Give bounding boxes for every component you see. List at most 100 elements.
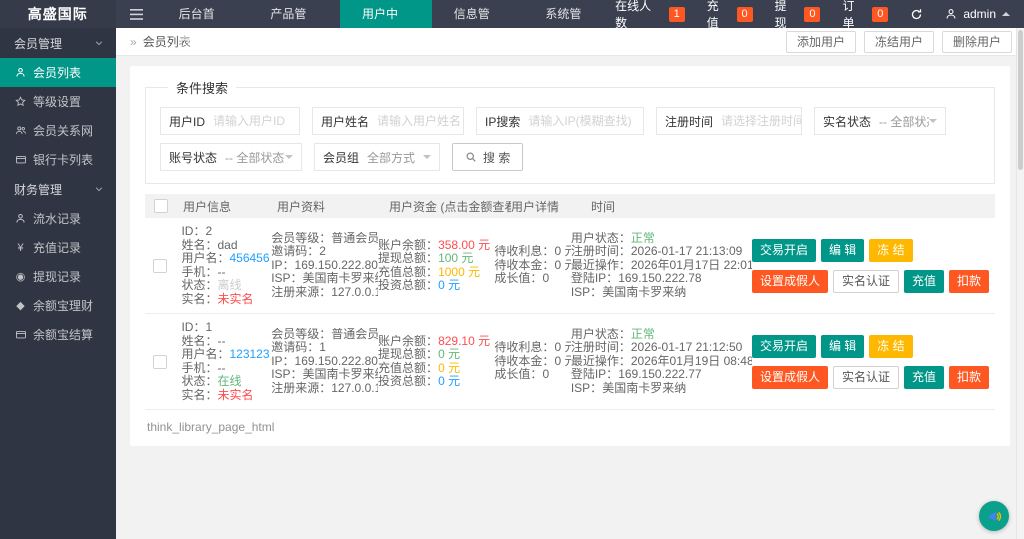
stat-recharge[interactable]: 充值 0 bbox=[707, 0, 753, 31]
trade-toggle-button[interactable]: 交易开启 bbox=[752, 335, 816, 358]
nav-item-user-center[interactable]: 用户中心 bbox=[340, 0, 432, 28]
sidebar-item-relation-network[interactable]: 会员关系网 bbox=[0, 116, 116, 145]
edit-button[interactable]: 编 辑 bbox=[821, 335, 864, 358]
sidebar-item-yuebao-invest[interactable]: ◆ 余额宝理财 bbox=[0, 291, 116, 320]
login-isp-label: ISP： bbox=[571, 285, 602, 299]
level-label: 会员等级： bbox=[271, 232, 331, 245]
row-checkbox[interactable] bbox=[153, 355, 167, 369]
select-all-checkbox[interactable] bbox=[154, 199, 168, 213]
delete-user-button[interactable]: 删除用户 bbox=[942, 31, 1012, 53]
name-value: dad bbox=[217, 238, 237, 252]
member-group-select[interactable]: 全部方式 bbox=[367, 149, 439, 166]
search-button[interactable]: 搜 索 bbox=[452, 143, 523, 171]
username-link[interactable]: 123123 bbox=[229, 347, 269, 361]
withdraw-count-badge: 0 bbox=[804, 7, 820, 22]
realname-status-select[interactable]: -- 全部状态 -- bbox=[879, 113, 945, 130]
speaker-icon bbox=[986, 508, 1003, 525]
sidebar-item-level-settings[interactable]: 等级设置 bbox=[0, 87, 116, 116]
user-icon bbox=[14, 67, 27, 78]
status-label: 状态： bbox=[181, 278, 217, 292]
withdraw-total-value[interactable]: 100 元 bbox=[438, 251, 473, 265]
withdraw-total-value[interactable]: 0 元 bbox=[438, 347, 460, 361]
username-label: 用户名： bbox=[181, 347, 229, 361]
withdraw-icon: ◉ bbox=[14, 270, 27, 283]
ip-search-input[interactable] bbox=[528, 108, 643, 134]
trade-toggle-button[interactable]: 交易开启 bbox=[752, 239, 816, 262]
invest-total-label: 投资总额： bbox=[378, 278, 438, 292]
audio-notify-button[interactable] bbox=[979, 501, 1009, 531]
freeze-button[interactable]: 冻 结 bbox=[869, 335, 912, 358]
reg-time-input[interactable] bbox=[721, 108, 801, 134]
row-checkbox[interactable] bbox=[153, 259, 167, 273]
sidebar-item-member-list[interactable]: 会员列表 bbox=[0, 58, 116, 87]
star-icon bbox=[14, 96, 27, 107]
chevron-down-icon bbox=[94, 38, 104, 48]
recharge-total-value[interactable]: 1000 元 bbox=[438, 265, 480, 279]
sidebar-item-recharge-records[interactable]: ¥ 充值记录 bbox=[0, 233, 116, 262]
realname-verify-button[interactable]: 实名认证 bbox=[833, 270, 899, 293]
edit-button[interactable]: 编 辑 bbox=[821, 239, 864, 262]
sidebar-item-withdraw-records[interactable]: ◉ 提现记录 bbox=[0, 262, 116, 291]
recharge-button[interactable]: 充值 bbox=[904, 366, 944, 389]
stat-online-users[interactable]: 在线人数 1 bbox=[615, 0, 685, 31]
realname-verify-button[interactable]: 实名认证 bbox=[833, 366, 899, 389]
user-id-label: 用户ID bbox=[161, 113, 213, 130]
member-list-card: 条件搜索 用户ID 用户姓名 IP搜索 bbox=[130, 66, 1010, 446]
freeze-user-button[interactable]: 冻结用户 bbox=[864, 31, 934, 53]
login-ip-label: 登陆IP： bbox=[571, 271, 618, 285]
user-menu[interactable]: admin bbox=[945, 7, 1010, 21]
users-icon bbox=[14, 125, 27, 136]
deduct-button[interactable]: 扣款 bbox=[949, 270, 989, 293]
user-name-input[interactable] bbox=[377, 108, 463, 134]
realname-status-filter: 实名状态 -- 全部状态 -- bbox=[814, 107, 946, 135]
recent-op-value: 2026年01月17日 22:01:41 bbox=[631, 258, 752, 272]
recharge-total-value[interactable]: 0 元 bbox=[438, 361, 460, 375]
user-id-input[interactable] bbox=[213, 108, 299, 134]
account-status-select[interactable]: -- 全部状态 -- bbox=[225, 149, 301, 166]
sidebar-group-member[interactable]: 会员管理 bbox=[0, 28, 116, 58]
realname-value: 未实名 bbox=[217, 388, 253, 402]
name-label: 姓名： bbox=[181, 334, 217, 348]
stat-withdraw[interactable]: 提现 0 bbox=[775, 0, 821, 31]
withdraw-total-label: 提现总额： bbox=[378, 251, 438, 265]
filter-row-1: 用户ID 用户姓名 IP搜索 注册时间 bbox=[160, 107, 980, 135]
reg-time-value: 2026-01-17 21:13:09 bbox=[631, 244, 742, 258]
balance-value[interactable]: 358.00 元 bbox=[438, 239, 490, 252]
balance-value[interactable]: 829.10 元 bbox=[438, 335, 490, 348]
nav-item-system[interactable]: 系统管理 bbox=[523, 0, 615, 28]
nav-item-products[interactable]: 产品管理 bbox=[248, 0, 340, 28]
deduct-button[interactable]: 扣款 bbox=[949, 366, 989, 389]
username-link[interactable]: 456456 bbox=[229, 251, 269, 265]
header-time: 时间 bbox=[591, 198, 781, 215]
refresh-button[interactable] bbox=[910, 8, 923, 21]
set-fake-button[interactable]: 设置成假人 bbox=[752, 270, 828, 293]
sidebar-item-flow-records[interactable]: 流水记录 bbox=[0, 204, 116, 233]
order-count-badge: 0 bbox=[872, 7, 888, 22]
nav-item-home[interactable]: 后台首页 bbox=[157, 0, 249, 28]
sidebar-item-yuebao-settle[interactable]: 余额宝结算 bbox=[0, 320, 116, 349]
add-user-button[interactable]: 添加用户 bbox=[786, 31, 856, 53]
sidebar-item-label: 余额宝理财 bbox=[33, 297, 93, 314]
ip-label: IP： bbox=[271, 258, 294, 272]
stat-orders[interactable]: 订单 0 bbox=[842, 0, 888, 31]
online-status-value: 离线 bbox=[217, 278, 241, 292]
stat-label: 订单 bbox=[842, 0, 866, 31]
sidebar-item-bankcard-list[interactable]: 银行卡列表 bbox=[0, 145, 116, 174]
set-fake-button[interactable]: 设置成假人 bbox=[752, 366, 828, 389]
freeze-button[interactable]: 冻 结 bbox=[869, 239, 912, 262]
ip-value: 169.150.222.80 bbox=[295, 258, 378, 272]
menu-collapse-button[interactable] bbox=[116, 0, 157, 28]
sidebar-item-label: 提现记录 bbox=[33, 268, 81, 285]
member-table: 用户信息 用户资料 用户资金 (点击金额查看) 用户详情 时间 ID：2 姓名：… bbox=[145, 194, 995, 410]
recharge-total-label: 充值总额： bbox=[378, 361, 438, 375]
sidebar-item-label: 余额宝结算 bbox=[33, 326, 93, 343]
search-panel: 条件搜索 用户ID 用户姓名 IP搜索 bbox=[145, 78, 995, 184]
gem-icon: ◆ bbox=[14, 299, 27, 312]
recharge-button[interactable]: 充值 bbox=[904, 270, 944, 293]
name-label: 姓名： bbox=[181, 238, 217, 252]
nav-item-info[interactable]: 信息管理 bbox=[432, 0, 524, 28]
sidebar-group-finance[interactable]: 财务管理 bbox=[0, 174, 116, 204]
invest-total-value[interactable]: 0 元 bbox=[438, 278, 460, 292]
scrollbar-thumb[interactable] bbox=[1018, 30, 1023, 170]
invest-total-value[interactable]: 0 元 bbox=[438, 374, 460, 388]
